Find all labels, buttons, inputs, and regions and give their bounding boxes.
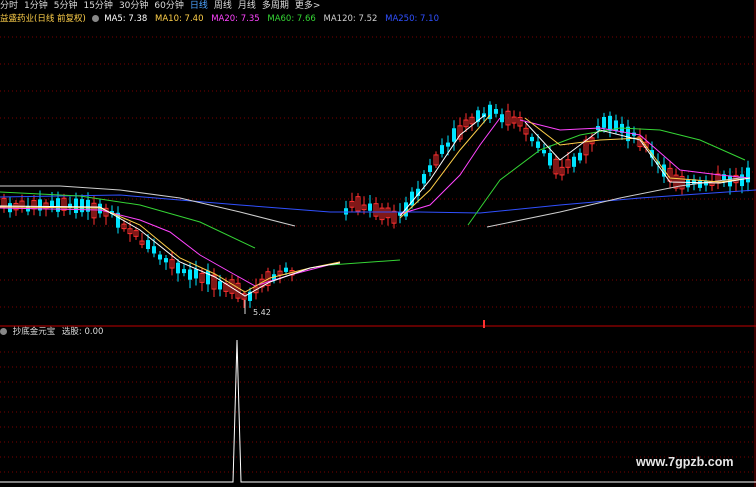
candle-body — [284, 267, 288, 272]
candle-body — [164, 258, 168, 263]
candle-body — [578, 152, 582, 161]
ma60-line-mid — [329, 259, 401, 266]
period-tab-8[interactable]: 月线 — [238, 1, 256, 11]
period-tab-10[interactable]: 更多> — [295, 1, 321, 11]
candle-body — [56, 198, 60, 212]
settings-dot-icon[interactable] — [91, 15, 99, 22]
ma5-value: MA5: 7.38 — [104, 14, 148, 24]
period-toolbar: 分时 1分钟 5分钟 15分钟 30分钟 60分钟 日线 周线 月线 多周期 更多> — [0, 0, 756, 12]
candle-body — [206, 270, 210, 285]
candlesticks — [1, 101, 750, 308]
candle-body — [176, 262, 180, 274]
ma10-value: MA10: 7.40 — [155, 14, 204, 24]
price-chart[interactable] — [0, 0, 756, 487]
ma20-line — [0, 207, 341, 287]
candle-body — [152, 246, 156, 254]
candle-body — [602, 116, 606, 128]
candle-body — [452, 128, 456, 142]
candle-body — [542, 149, 546, 154]
ma-legend: 益盛药业(日线 前复权) MA5: 7.38 MA10: 7.40 MA20: … — [0, 13, 444, 25]
ma5-line — [0, 205, 341, 297]
period-tab-9[interactable]: 多周期 — [262, 1, 289, 11]
candle-body — [182, 269, 186, 274]
indicator-name[interactable]: 抄底金元宝 — [13, 327, 56, 337]
candle-body — [494, 109, 498, 114]
candle-body — [530, 136, 534, 142]
period-tab-5[interactable]: 60分钟 — [154, 1, 183, 11]
candle-body — [218, 281, 222, 290]
candle-body — [80, 199, 84, 213]
period-tab-3[interactable]: 15分钟 — [83, 1, 112, 11]
grid-lines — [0, 0, 756, 487]
candle-body — [572, 156, 576, 167]
candle-body — [194, 269, 198, 279]
watermark: www.7gpzb.com — [636, 455, 734, 469]
period-tab-4[interactable]: 30分钟 — [119, 1, 148, 11]
ma10-line — [0, 206, 341, 293]
candle-body — [746, 167, 750, 183]
candle-body — [548, 152, 552, 166]
indicator-legend: 抄底金元宝 选股: 0.00 — [0, 326, 103, 338]
ma120-line-right — [486, 177, 741, 228]
candle-body — [446, 142, 450, 147]
candle-body — [158, 254, 162, 260]
period-tab-6[interactable]: 日线 — [190, 1, 208, 11]
candle-body — [536, 141, 540, 148]
ma20-line-right — [399, 117, 501, 215]
period-tab-0[interactable]: 分时 — [0, 1, 18, 11]
ma250-value: MA250: 7.10 — [385, 14, 439, 24]
candle-body — [74, 198, 78, 214]
candle-body — [608, 115, 612, 131]
period-tab-2[interactable]: 5分钟 — [54, 1, 78, 11]
candle-body — [146, 240, 150, 250]
candle-body — [368, 203, 372, 211]
ma20-value: MA20: 7.35 — [211, 14, 260, 24]
low-price-label: 5.42 — [253, 308, 271, 317]
candle-body — [698, 180, 702, 188]
stock-title[interactable]: 益盛药业(日线 前复权) — [0, 14, 86, 24]
candle-body — [188, 269, 192, 280]
candle-body — [422, 174, 426, 184]
period-tab-1[interactable]: 1分钟 — [24, 1, 48, 11]
indicator-value: 选股: 0.00 — [61, 327, 104, 337]
candle-body — [686, 179, 690, 188]
indicator-dot-icon[interactable] — [0, 328, 7, 335]
candle-body — [440, 145, 444, 154]
period-tab-7[interactable]: 周线 — [214, 1, 232, 11]
candle-body — [500, 114, 504, 123]
ma60-value: MA60: 7.66 — [267, 14, 316, 24]
candle-body — [344, 208, 348, 215]
candle-body — [428, 165, 432, 172]
ma120-value: MA120: 7.52 — [323, 14, 378, 24]
candle-body — [740, 174, 744, 187]
